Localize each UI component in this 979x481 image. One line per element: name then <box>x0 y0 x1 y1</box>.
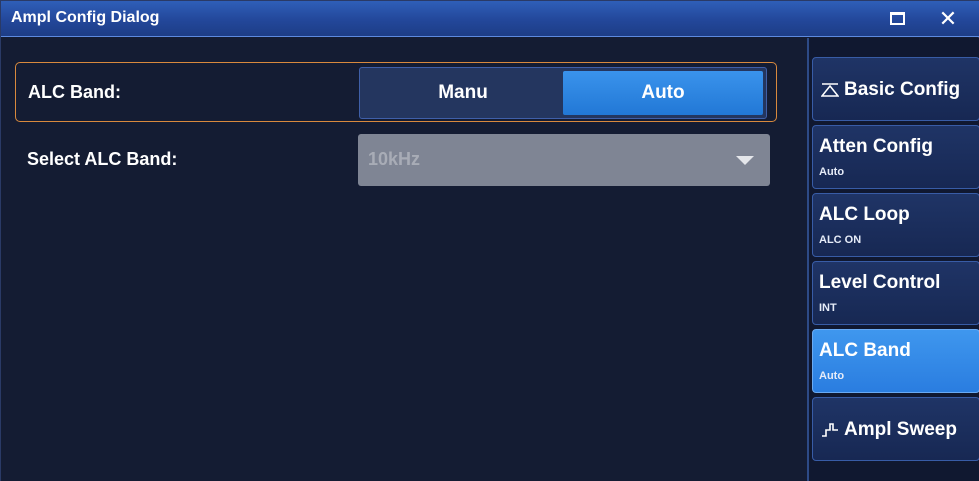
select-alc-band-row: Select ALC Band: 10kHz <box>15 134 777 186</box>
select-alc-band-label: Select ALC Band: <box>27 149 178 169</box>
close-icon: ✕ <box>938 6 958 31</box>
dropdown-value: 10kHz <box>368 149 421 169</box>
sidebar-item-label-row: Basic Config <box>821 58 960 122</box>
sidebar-item-label: Ampl Sweep <box>844 419 957 440</box>
alc-band-manu-option[interactable]: Manu <box>363 71 563 115</box>
alc-band-row: ALC Band: Manu Auto <box>15 62 777 122</box>
sidebar-item-value: Auto <box>819 166 845 178</box>
ampl-config-dialog: Ampl Config Dialog ✕ ALC Band: Manu Auto… <box>0 0 979 481</box>
sidebar-item-label-row: Ampl Sweep <box>821 398 957 462</box>
alc-band-auto-option[interactable]: Auto <box>563 71 763 115</box>
sidebar-item-basic-config[interactable]: Basic Config <box>812 57 979 121</box>
sidebar-item-atten-config[interactable]: Atten Config Auto <box>812 125 979 189</box>
sidebar-item-value: INT <box>819 302 837 314</box>
alc-band-label: ALC Band: <box>28 82 121 102</box>
maximize-icon <box>890 12 905 25</box>
collapse-triangle-icon <box>821 83 839 97</box>
sidebar-item-label: Level Control <box>819 272 941 293</box>
main-panel: ALC Band: Manu Auto Select ALC Band: 10k… <box>1 38 807 481</box>
alc-band-toggle: Manu Auto <box>359 67 767 119</box>
step-waveform-icon <box>822 423 838 437</box>
sidebar-item-ampl-sweep[interactable]: Ampl Sweep <box>812 397 979 461</box>
sidebar-item-value: Auto <box>819 370 845 382</box>
sidebar-item-value: ALC ON <box>819 234 862 246</box>
config-sidebar: Basic Config Atten Config Auto ALC Loop … <box>807 38 979 481</box>
sidebar-item-alc-band[interactable]: ALC Band Auto <box>812 329 979 393</box>
sidebar-item-label: Basic Config <box>844 79 961 100</box>
select-alc-band-dropdown[interactable]: 10kHz <box>358 134 770 186</box>
close-button[interactable]: ✕ <box>933 5 963 33</box>
sidebar-item-label: ALC Band <box>819 340 911 361</box>
dialog-title: Ampl Config Dialog <box>11 9 160 26</box>
maximize-button[interactable] <box>883 5 913 33</box>
sidebar-item-label: ALC Loop <box>819 204 910 225</box>
title-bar[interactable]: Ampl Config Dialog ✕ <box>1 1 979 37</box>
sidebar-item-level-control[interactable]: Level Control INT <box>812 261 979 325</box>
sidebar-item-label: Atten Config <box>819 136 933 157</box>
dropdown-arrow-icon <box>736 156 754 165</box>
sidebar-item-alc-loop[interactable]: ALC Loop ALC ON <box>812 193 979 257</box>
